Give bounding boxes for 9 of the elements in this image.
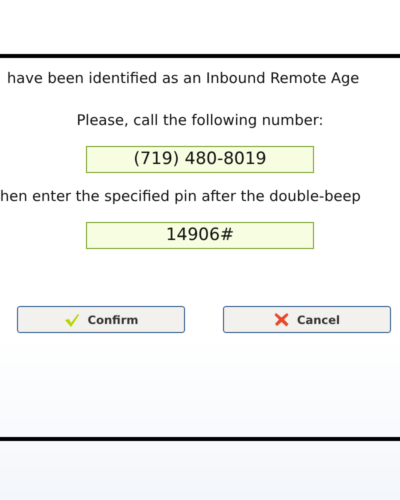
cancel-button[interactable]: Cancel	[223, 306, 391, 333]
cross-icon	[274, 312, 290, 327]
message-text: have been identified as an Inbound Remote Age	[6, 69, 360, 89]
check-icon	[64, 312, 80, 326]
message-text: Please, call the following number:	[76, 111, 324, 131]
instruction-text: hen enter the specified pin after the double-beep	[0, 187, 362, 207]
confirm-button[interactable]: Confirm	[17, 306, 185, 333]
phone-number-field: (719) 480-8019	[86, 146, 314, 173]
pin-field: 14906#	[86, 222, 314, 249]
